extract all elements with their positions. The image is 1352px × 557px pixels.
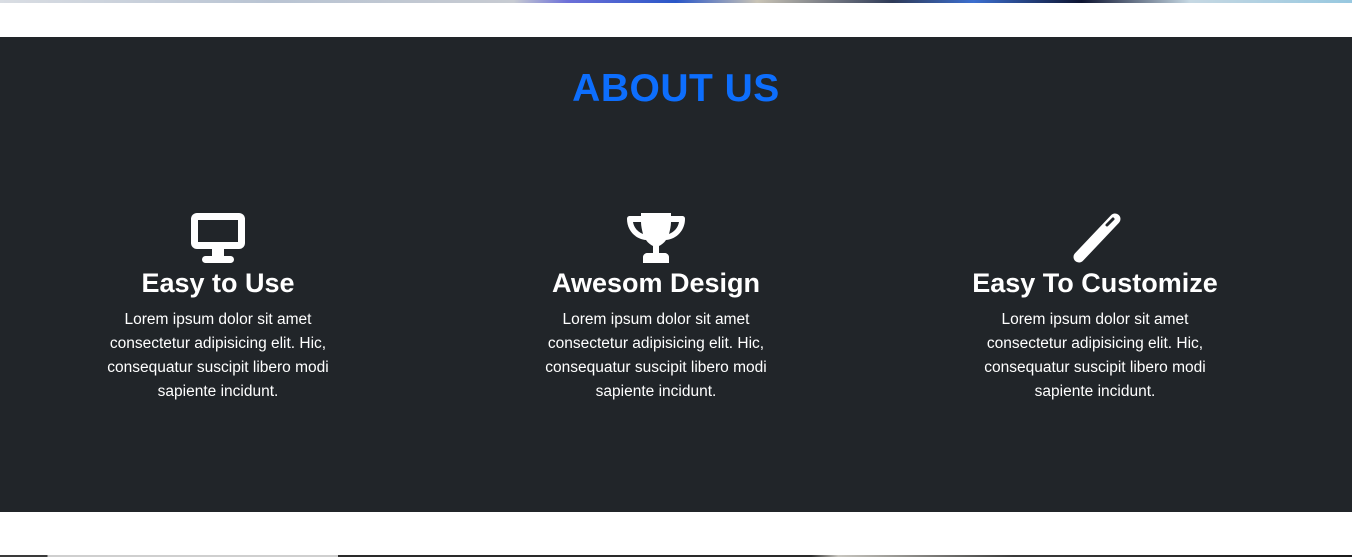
about-section: ABOUT US Easy to Use Lorem ipsum dolor s…	[0, 37, 1352, 512]
feature-description: Lorem ipsum dolor sit amet consectetur a…	[545, 311, 767, 400]
magic-wand-icon	[1073, 213, 1121, 263]
trophy-icon	[627, 213, 685, 263]
feature-easy-to-use: Easy to Use Lorem ipsum dolor sit amet c…	[88, 212, 348, 404]
desktop-icon	[191, 213, 245, 263]
feature-heading: Awesom Design	[551, 268, 761, 298]
section-title: ABOUT US	[572, 67, 780, 110]
feature-awesome-design: Awesom Design Lorem ipsum dolor sit amet…	[526, 212, 786, 404]
feature-heading: Easy to Use	[141, 268, 295, 298]
feature-heading: Easy To Customize	[972, 268, 1218, 298]
feature-easy-to-customize: Easy To Customize Lorem ipsum dolor sit …	[965, 212, 1225, 404]
feature-description: Lorem ipsum dolor sit amet consectetur a…	[984, 311, 1206, 400]
previous-section-image-edge	[0, 0, 1352, 3]
feature-description: Lorem ipsum dolor sit amet consectetur a…	[107, 311, 329, 400]
